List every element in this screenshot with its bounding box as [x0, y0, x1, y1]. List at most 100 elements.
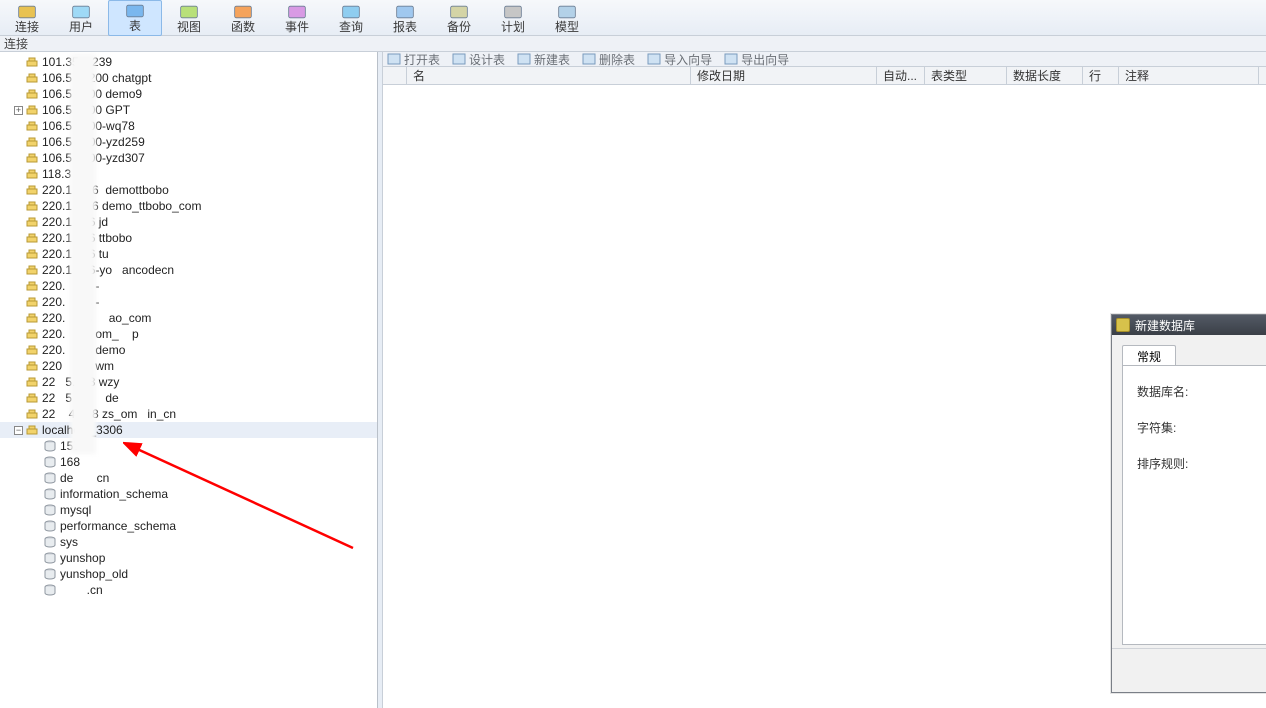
tree-connection[interactable]: 22 40.28 zs_om in_cn	[0, 406, 377, 422]
toolbar-function[interactable]: 函数	[216, 0, 270, 36]
tree-database[interactable]: .cn	[0, 582, 377, 598]
toolbar-table-label: 表	[129, 20, 141, 33]
tree-expander-icon[interactable]: +	[14, 106, 23, 115]
tree-item-label: 220. 28 ao_com	[42, 311, 151, 325]
tree-connection[interactable]: 220.1 26 demottbobo	[0, 182, 377, 198]
sub-export-wizard[interactable]: 导出向导	[724, 51, 789, 68]
dialog-tab-general[interactable]: 常规	[1122, 345, 1176, 365]
toolbar-connection-label: 连接	[15, 21, 39, 34]
tree-item-label: 106.5 4.200 chatgpt	[42, 71, 151, 85]
toolbar-view[interactable]: 视图	[162, 0, 216, 36]
grid-col-修改日期[interactable]: 修改日期	[691, 67, 877, 84]
toolbar-connection[interactable]: 连接	[0, 0, 54, 36]
tree-item-label: yunshop	[60, 551, 105, 565]
sub-design-table[interactable]: 设计表	[452, 51, 505, 68]
toolbar-report-label: 报表	[393, 21, 417, 34]
toolbar-schedule-label: 计划	[501, 21, 525, 34]
tree-item-label: 220.1 26 demottbobo	[42, 183, 169, 197]
dbname-label: 数据库名:	[1137, 383, 1266, 400]
tree-connection[interactable]: 220.1 26 demo_ttbobo_com	[0, 198, 377, 214]
tree-connection[interactable]: 220. 28 ao_com	[0, 310, 377, 326]
tree-connection[interactable]: 106.5 200-wq78	[0, 118, 377, 134]
tree-expander-icon[interactable]: −	[14, 426, 23, 435]
tree-connection[interactable]: 220. 28 -	[0, 278, 377, 294]
tree-item-label: .cn	[60, 583, 103, 597]
tree-database[interactable]: mysql	[0, 502, 377, 518]
tree-connection[interactable]: 101.35 239	[0, 54, 377, 70]
toolbar-query[interactable]: 查询	[324, 0, 378, 36]
tree-database[interactable]: sys	[0, 534, 377, 550]
tree-item-label: 168	[60, 455, 80, 469]
new-database-dialog: 新建数据库 ✕ 常规 数据库名: 字符集:	[1111, 314, 1266, 693]
tree-connection[interactable]: 220.1 26-yo ancodecn	[0, 262, 377, 278]
toolbar-model-label: 模型	[555, 21, 579, 34]
grid-col-名[interactable]: 名	[407, 67, 691, 84]
tree-item-label: mysql	[60, 503, 91, 517]
tree-connection[interactable]: 220 28 wm	[0, 358, 377, 374]
grid-col-注释[interactable]: 注释	[1119, 67, 1259, 84]
right-panel: 打开表 设计表 新建表 删除表导入向导导出向导 名修改日期自动...表类型数据长度行注…	[383, 52, 1266, 708]
toolbar-report[interactable]: 报表	[378, 0, 432, 36]
dialog-icon	[1116, 318, 1130, 332]
grid-col-数据长度[interactable]: 数据长度	[1007, 67, 1083, 84]
table-sub-toolbar: 打开表 设计表 新建表 删除表导入向导导出向导	[383, 52, 1266, 67]
toolbar-model[interactable]: 模型	[540, 0, 594, 36]
sub-open-table-label: 打开表	[404, 51, 440, 68]
grid-header: 名修改日期自动...表类型数据长度行注释	[383, 67, 1266, 85]
toolbar-schedule[interactable]: 计划	[486, 0, 540, 36]
tree-connection[interactable]: 118.3	[0, 166, 377, 182]
tree-connection[interactable]: −localhost_3306	[0, 422, 377, 438]
grid-col-自动...[interactable]: 自动...	[877, 67, 925, 84]
tree-database[interactable]: performance_schema	[0, 518, 377, 534]
sub-new-table[interactable]: 新建表	[517, 51, 570, 68]
tree-connection[interactable]: 220. 28 -	[0, 294, 377, 310]
tree-connection[interactable]: 106.5 200-yzd259	[0, 134, 377, 150]
tree-database[interactable]: yunshop_old	[0, 566, 377, 582]
toolbar-query-label: 查询	[339, 21, 363, 34]
tree-connection[interactable]: 106.5 200-yzd307	[0, 150, 377, 166]
tree-database[interactable]: 168	[0, 454, 377, 470]
toolbar-event[interactable]: 事件	[270, 0, 324, 36]
tree-connection[interactable]: 220. 28 om_ p	[0, 326, 377, 342]
tree-item-label: information_schema	[60, 487, 168, 501]
toolbar-function-label: 函数	[231, 21, 255, 34]
grid-col-行[interactable]: 行	[1083, 67, 1119, 84]
tree-connection[interactable]: 22 5 de	[0, 390, 377, 406]
toolbar-user-label: 用户	[69, 21, 93, 34]
sub-new-table-label: 新建表	[534, 51, 570, 68]
dialog-titlebar[interactable]: 新建数据库 ✕	[1112, 315, 1266, 335]
tree-connection[interactable]: 106.5 .200 demo9	[0, 86, 377, 102]
toolbar-event-label: 事件	[285, 21, 309, 34]
grid-col-表类型[interactable]: 表类型	[925, 67, 1007, 84]
toolbar-backup-label: 备份	[447, 21, 471, 34]
tree-item-label: yunshop_old	[60, 567, 128, 581]
tree-connection[interactable]: 106.5 4.200 chatgpt	[0, 70, 377, 86]
connection-tree-panel: 101.35 239106.5 4.200 chatgpt106.5 .200 …	[0, 52, 378, 708]
sub-design-table-label: 设计表	[469, 51, 505, 68]
toolbar-table[interactable]: 表	[108, 0, 162, 36]
tree-connection[interactable]: 220. 28 demo	[0, 342, 377, 358]
sub-open-table[interactable]: 打开表	[387, 51, 440, 68]
tree-connection[interactable]: 220.1 26 ttbobo	[0, 230, 377, 246]
tree-connection[interactable]: 220.1 26 tu	[0, 246, 377, 262]
grid-col-blank[interactable]	[383, 67, 407, 84]
tree-connection[interactable]: 220.1 26 jd	[0, 214, 377, 230]
dialog-title-text: 新建数据库	[1135, 317, 1195, 334]
tree-database[interactable]: information_schema	[0, 486, 377, 502]
toolbar-backup[interactable]: 备份	[432, 0, 486, 36]
tree-database[interactable]: yunshop	[0, 550, 377, 566]
dialog-tab-page: 数据库名: 字符集: 排序规则:	[1122, 365, 1266, 645]
tree-item-label: 22 40.28 zs_om in_cn	[42, 407, 176, 421]
toolbar-user[interactable]: 用户	[54, 0, 108, 36]
sub-delete-table[interactable]: 删除表	[582, 51, 635, 68]
tree-connection[interactable]: +106.5 200 GPT	[0, 102, 377, 118]
connection-tree[interactable]: 101.35 239106.5 4.200 chatgpt106.5 .200 …	[0, 52, 377, 598]
main-toolbar: 连接 用户 表 视图 函数 事件 查询 报表 备份 计划 模型	[0, 0, 1266, 36]
sub-import-wizard[interactable]: 导入向导	[647, 51, 712, 68]
sub-delete-table-label: 删除表	[599, 51, 635, 68]
tree-database[interactable]: de cn	[0, 470, 377, 486]
toolbar-view-label: 视图	[177, 21, 201, 34]
tree-item-label: 118.3	[42, 167, 71, 181]
tree-connection[interactable]: 22 5. 28 wzy	[0, 374, 377, 390]
tree-database[interactable]: 157	[0, 438, 377, 454]
